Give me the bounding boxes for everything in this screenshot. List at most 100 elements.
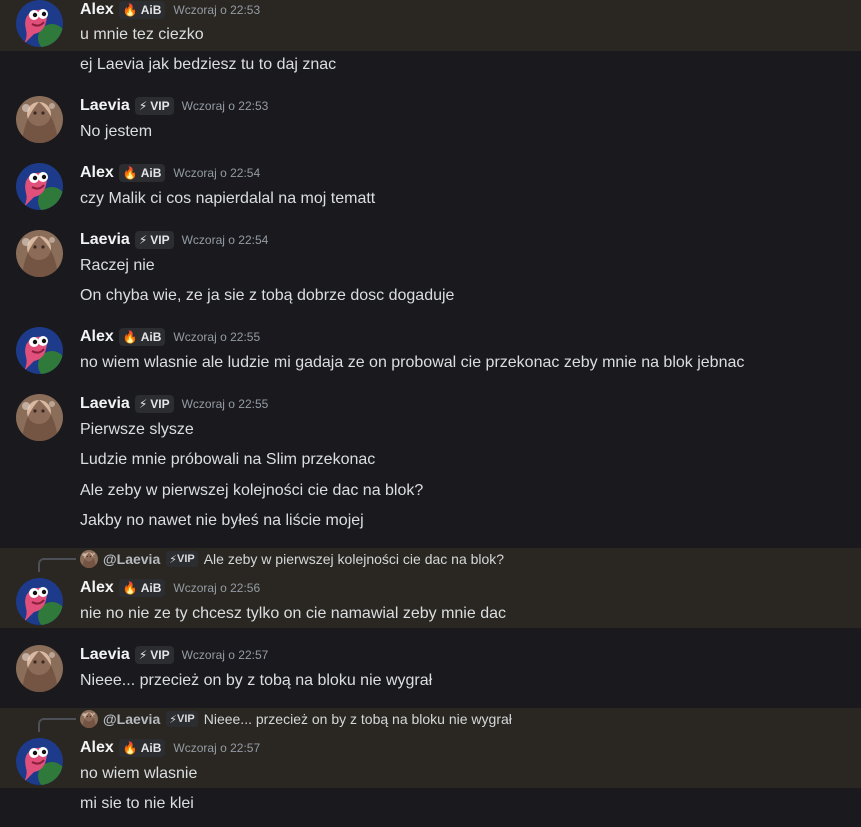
guild-tag-label: AiB [140,3,162,17]
lightning-icon: ⚡ [169,553,177,566]
guild-tag[interactable]: 🔥 AiB [118,164,166,182]
timestamp[interactable]: Wczoraj o 22:57 [182,648,269,662]
author-name[interactable]: Alex [80,1,114,19]
avatar[interactable] [16,0,63,47]
alex-avatar-art [16,0,63,47]
timestamp[interactable]: Wczoraj o 22:53 [173,3,260,17]
message-header: Alex 🔥 AiB Wczoraj o 22:57 [80,738,260,758]
chat-messages: Alex 🔥 AiB Wczoraj o 22:53 u mnie tez cie… [0,0,861,827]
flame-icon: 🔥 [122,741,138,755]
avatar[interactable] [16,230,63,277]
guild-tag[interactable]: ⚡ VIP [134,97,174,115]
guild-tag[interactable]: ⚡ VIP [134,646,174,664]
timestamp[interactable]: Wczoraj o 22:53 [182,99,269,113]
laevia-avatar-art [16,394,63,441]
flame-icon: 🔥 [122,166,138,180]
author-name[interactable]: Alex [80,739,114,757]
message-text: On chyba wie, ze ja sie z tobą dobrze do… [80,287,455,304]
timestamp[interactable]: Wczoraj o 22:57 [173,741,260,755]
alex-avatar-art [16,163,63,210]
reply-author[interactable]: @Laevia [103,551,160,567]
avatar[interactable] [16,327,63,374]
reply-avatar [80,710,98,728]
lightning-icon: ⚡ [138,397,148,411]
flame-icon: 🔥 [122,581,138,595]
guild-tag-label: VIP [150,233,170,247]
reply-preview[interactable]: @Laevia ⚡ VIP Nieee... przecież on by z t… [80,710,512,728]
author-name[interactable]: Laevia [80,231,130,249]
avatar[interactable] [16,163,63,210]
avatar[interactable] [16,394,63,441]
author-name[interactable]: Alex [80,579,114,597]
reply-guild-tag: ⚡ VIP [166,711,198,727]
message-header: Laevia ⚡ VIP Wczoraj o 22:53 [80,96,268,116]
message-text: czy Malik ci cos napierdalal na moj tema… [80,190,376,207]
guild-tag-label: AiB [140,741,162,755]
lightning-icon: ⚡ [169,713,177,726]
timestamp[interactable]: Wczoraj o 22:54 [173,166,260,180]
guild-tag-label: AiB [140,330,162,344]
avatar[interactable] [16,645,63,692]
guild-tag[interactable]: 🔥 AiB [118,328,166,346]
laevia-avatar-art [16,645,63,692]
guild-tag-label: VIP [150,397,170,411]
avatar[interactable] [16,96,63,143]
reply-tag-label: VIP [176,553,195,565]
author-name[interactable]: Alex [80,328,114,346]
reply-text[interactable]: Ale zeby w pierwszej kolejności cie dac … [204,551,504,567]
message-header: Laevia ⚡ VIP Wczoraj o 22:57 [80,645,268,665]
laevia-avatar-art [80,710,98,728]
message-text: mi sie to nie klei [80,795,194,812]
lightning-icon: ⚡ [138,648,148,662]
reply-spine [38,718,76,732]
reply-text[interactable]: Nieee... przecież on by z tobą na bloku … [204,711,512,727]
guild-tag[interactable]: ⚡ VIP [134,395,174,413]
message-text: nie no nie ze ty chcesz tylko on cie nam… [80,605,506,622]
reply-spine [38,558,76,572]
message-text: Ale zeby w pierwszej kolejności cie dac … [80,482,424,499]
guild-tag[interactable]: 🔥 AiB [118,1,166,19]
avatar[interactable] [16,738,63,785]
laevia-avatar-art [16,230,63,277]
message-header: Alex 🔥 AiB Wczoraj o 22:56 [80,578,260,598]
alex-avatar-art [16,578,63,625]
message-text: ej Laevia jak bedziesz tu to daj znac [80,56,337,73]
message-text: Raczej nie [80,257,155,274]
reply-tag-label: VIP [176,713,195,725]
author-name[interactable]: Laevia [80,97,130,115]
message-text: no wiem wlasnie [80,765,198,782]
author-name[interactable]: Laevia [80,646,130,664]
message-text: Ludzie mnie próbowali na Slim przekonac [80,451,376,468]
reply-guild-tag: ⚡ VIP [166,551,198,567]
reply-avatar [80,550,98,568]
author-name[interactable]: Laevia [80,395,130,413]
guild-tag-label: VIP [150,99,170,113]
guild-tag[interactable]: 🔥 AiB [118,579,166,597]
message-header: Alex 🔥 AiB Wczoraj o 22:55 [80,327,260,347]
message-text: Jakby no nawet nie byłeś na liście mojej [80,512,364,529]
avatar[interactable] [16,578,63,625]
message-text: No jestem [80,123,153,140]
message-header: Laevia ⚡ VIP Wczoraj o 22:55 [80,394,268,414]
message-text: no wiem wlasnie ale ludzie mi gadaja ze … [80,354,745,371]
guild-tag-label: AiB [140,581,162,595]
message-header: Alex 🔥 AiB Wczoraj o 22:54 [80,163,260,183]
message-header: Alex 🔥 AiB Wczoraj o 22:53 [80,0,260,20]
flame-icon: 🔥 [122,3,138,17]
timestamp[interactable]: Wczoraj o 22:56 [173,581,260,595]
lightning-icon: ⚡ [138,233,148,247]
author-name[interactable]: Alex [80,164,114,182]
guild-tag[interactable]: ⚡ VIP [134,231,174,249]
message-header: Laevia ⚡ VIP Wczoraj o 22:54 [80,230,268,250]
guild-tag[interactable]: 🔥 AiB [118,739,166,757]
alex-avatar-art [16,327,63,374]
guild-tag-label: AiB [140,166,162,180]
timestamp[interactable]: Wczoraj o 22:54 [182,233,269,247]
timestamp[interactable]: Wczoraj o 22:55 [182,397,269,411]
flame-icon: 🔥 [122,330,138,344]
reply-preview[interactable]: @Laevia ⚡ VIP Ale zeby w pierwszej kolejn… [80,550,504,568]
guild-tag-label: VIP [150,648,170,662]
reply-author[interactable]: @Laevia [103,711,160,727]
timestamp[interactable]: Wczoraj o 22:55 [173,330,260,344]
laevia-avatar-art [16,96,63,143]
